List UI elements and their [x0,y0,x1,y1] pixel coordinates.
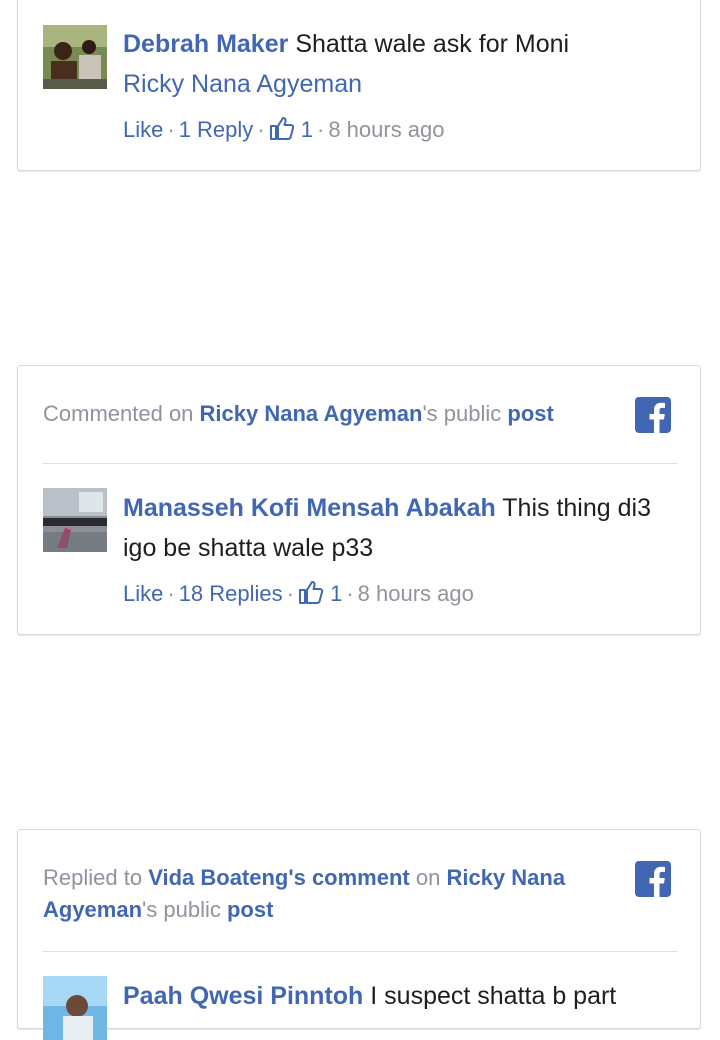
thumbs-up-icon [298,579,324,605]
comment-author[interactable]: Paah Qwesi Pinntoh [123,982,363,1010]
comment-body: Debrah Maker Shatta wale ask for Moni Ri… [123,24,670,104]
like-button[interactable]: Like [123,581,163,606]
avatar[interactable] [43,976,107,1040]
facebook-icon[interactable] [635,861,671,897]
comment-card: Debrah Maker Shatta wale ask for Moni Ri… [17,0,701,171]
comment-card: Commented on Ricky Nana Agyeman's public… [17,365,701,635]
timestamp: 8 hours ago [357,581,474,606]
comment-actions: Like · 18 Replies · 1 · 8 hours ago [123,579,474,606]
header-suffix: 's public [142,897,227,922]
like-count[interactable]: 1 [301,117,313,142]
timestamp: 8 hours ago [328,117,445,142]
like-count[interactable]: 1 [330,581,342,606]
avatar[interactable] [43,25,107,89]
post-link[interactable]: post [227,897,273,922]
divider [43,463,677,464]
comment-ref-link[interactable]: Vida Boateng's comment [148,865,410,890]
comment-body: Manasseh Kofi Mensah Abakah This thing d… [123,488,670,568]
avatar[interactable] [43,488,107,552]
facebook-icon[interactable] [635,397,671,433]
header-middle: on [409,865,447,890]
comment-author[interactable]: Debrah Maker [123,30,288,58]
replies-link[interactable]: 18 Replies [179,581,283,606]
like-button[interactable]: Like [123,117,163,142]
divider [43,951,677,952]
activity-header: Commented on Ricky Nana Agyeman's public… [43,398,675,430]
mentioned-user[interactable]: Ricky Nana Agyeman [123,64,670,104]
comment-card: Replied to Vida Boateng's comment on Ric… [17,829,701,1040]
comment-body: Paah Qwesi Pinntoh I suspect shatta b pa… [123,976,670,1016]
post-link[interactable]: post [507,401,553,426]
comment-text: I suspect shatta b part [370,982,617,1010]
replies-link[interactable]: 1 Reply [179,117,254,142]
comment-text: Shatta wale ask for Moni [295,30,570,58]
header-prefix: Commented on [43,401,200,426]
comment-actions: Like · 1 Reply · 1 · 8 hours ago [123,115,445,142]
thumbs-up-icon [269,115,295,141]
activity-header: Replied to Vida Boateng's comment on Ric… [43,862,590,926]
header-suffix: 's public [422,401,508,426]
comment-author[interactable]: Manasseh Kofi Mensah Abakah [123,494,496,522]
page-owner-link[interactable]: Ricky Nana Agyeman [200,401,423,426]
header-prefix: Replied to [43,865,149,890]
